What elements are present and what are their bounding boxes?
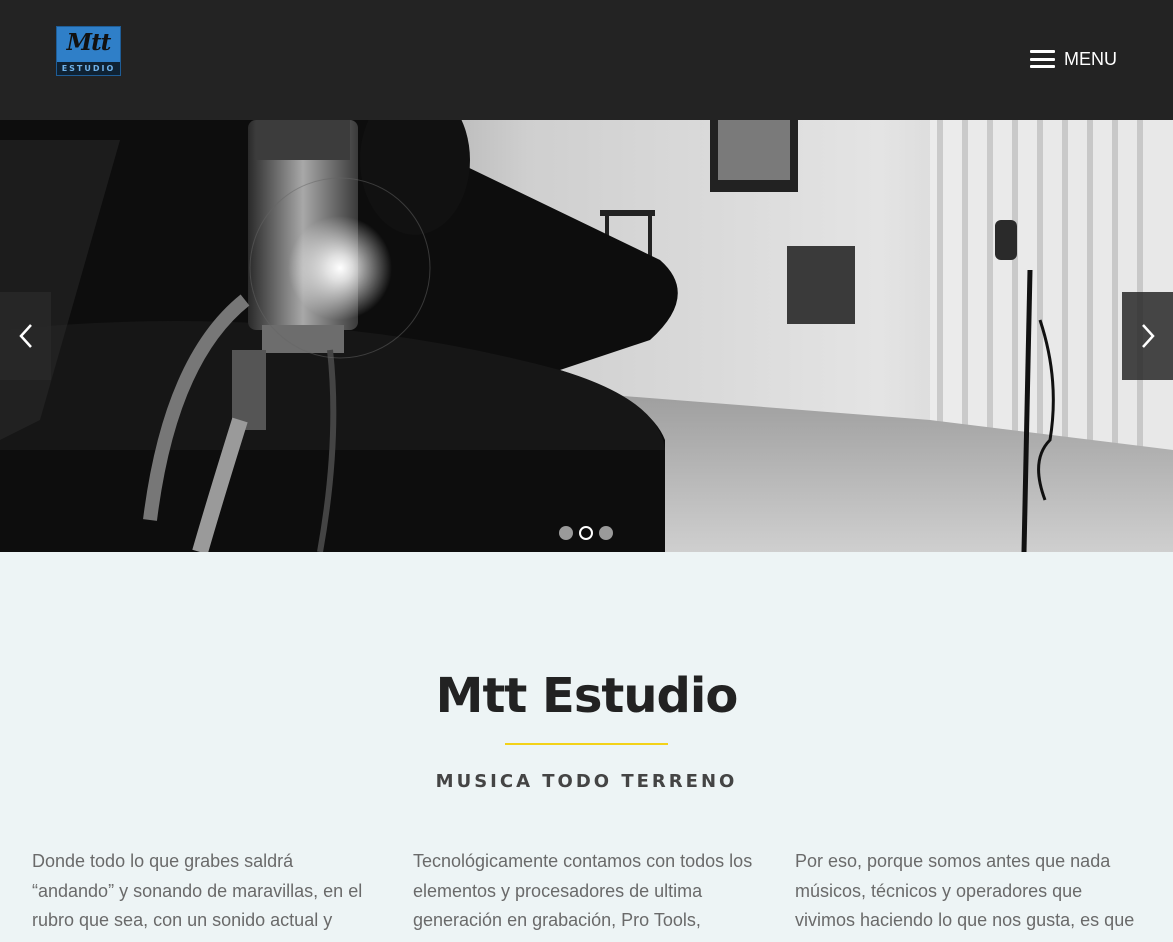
site-logo[interactable]: Mtt ESTUDIO bbox=[56, 26, 121, 76]
intro-column-2: Tecnológicamente contamos con todos los … bbox=[413, 851, 753, 930]
slide-dot-3[interactable] bbox=[599, 526, 613, 540]
logo-subtitle: ESTUDIO bbox=[57, 62, 120, 75]
page-title: Mtt Estudio bbox=[435, 668, 739, 724]
logo-wordmark: Mtt bbox=[66, 29, 112, 56]
slider-pagination bbox=[559, 526, 613, 540]
prev-slide-button[interactable] bbox=[0, 292, 51, 380]
slide-image bbox=[0, 120, 1173, 552]
next-slide-button[interactable] bbox=[1122, 292, 1173, 380]
chevron-left-icon bbox=[18, 324, 32, 348]
slide-dot-2[interactable] bbox=[579, 526, 593, 540]
chevron-right-icon bbox=[1141, 324, 1155, 348]
hamburger-menu-icon bbox=[1030, 50, 1055, 68]
menu-button[interactable]: MENU bbox=[1030, 46, 1117, 72]
intro-column-3: Por eso, porque somos antes que nada mús… bbox=[795, 851, 1135, 930]
site-header: Mtt ESTUDIO MENU bbox=[0, 0, 1173, 120]
page-subtitle: MUSICA TODO TERRENO bbox=[435, 771, 738, 792]
intro-column-1: Donde todo lo que grabes saldrá “andando… bbox=[32, 851, 363, 930]
title-divider bbox=[505, 743, 668, 745]
slide-dot-1[interactable] bbox=[559, 526, 573, 540]
menu-label: MENU bbox=[1064, 48, 1117, 69]
hero-slider bbox=[0, 120, 1173, 552]
